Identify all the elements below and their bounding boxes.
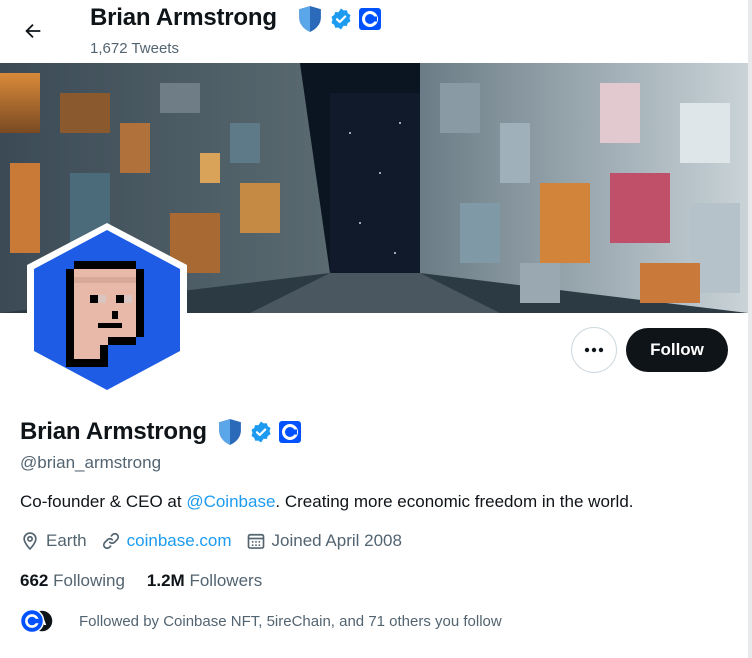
profile-handle: @brian_armstrong [20,453,162,472]
followers-link[interactable]: 1.2M Followers [147,571,262,591]
tweet-count: 1,672 Tweets [90,40,179,57]
joined-text: Joined April 2008 [271,531,402,550]
link-icon [102,532,119,550]
profile-name: Brian Armstrong [20,418,207,445]
bio-text-prefix: Co-founder & CEO at [20,492,187,511]
profile-badges [217,418,301,446]
followers-label: Followers [189,571,263,590]
header-title: Brian Armstrong [90,4,277,31]
location-item: Earth [20,531,87,551]
bio-mention-link[interactable]: @Coinbase [186,492,275,511]
profile-header-bar: Brian Armstrong 1,672 Tweets [0,0,752,63]
followers-you-know[interactable]: A Followed by Coinbase NFT, 5ireChain, a… [19,608,502,634]
follow-stats: 662 Following 1.2M Followers [20,571,284,591]
following-count: 662 [20,571,49,590]
more-dots-icon [584,347,604,353]
location-text: Earth [46,531,87,550]
profile-avatar[interactable] [16,219,198,401]
shield-badge-icon[interactable] [297,5,323,33]
header-badges [297,5,381,33]
followed-by-text: Followed by Coinbase NFT, 5ireChain, and… [79,612,502,630]
website-item: coinbase.com [101,531,232,551]
verified-badge-icon[interactable] [249,420,273,444]
followed-by-avatars: A [19,608,56,634]
profile-bio: Co-founder & CEO at @Coinbase. Creating … [20,492,634,512]
coinbase-affiliate-icon[interactable] [278,421,301,443]
coinbase-affiliate-icon[interactable] [359,8,381,30]
follow-button[interactable]: Follow [626,328,728,372]
back-button[interactable] [14,12,52,50]
arrow-left-icon [25,23,41,39]
bio-text-suffix: . Creating more economic freedom in the … [275,492,634,511]
profile-name-row: Brian Armstrong [20,418,301,446]
more-options-button[interactable] [571,327,617,373]
verified-badge-icon[interactable] [329,7,353,31]
followers-count: 1.2M [146,571,185,590]
calendar-icon [247,533,264,549]
following-link[interactable]: 662 Following [20,571,125,591]
website-link[interactable]: coinbase.com [127,531,232,551]
joined-item: Joined April 2008 [246,531,402,551]
following-label: Following [53,571,125,590]
profile-meta: Earth coinbase.com Joined April 2008 [20,531,416,551]
location-pin-icon [23,532,37,551]
scrollbar-track[interactable] [748,0,752,658]
shield-badge-icon[interactable] [217,418,243,446]
